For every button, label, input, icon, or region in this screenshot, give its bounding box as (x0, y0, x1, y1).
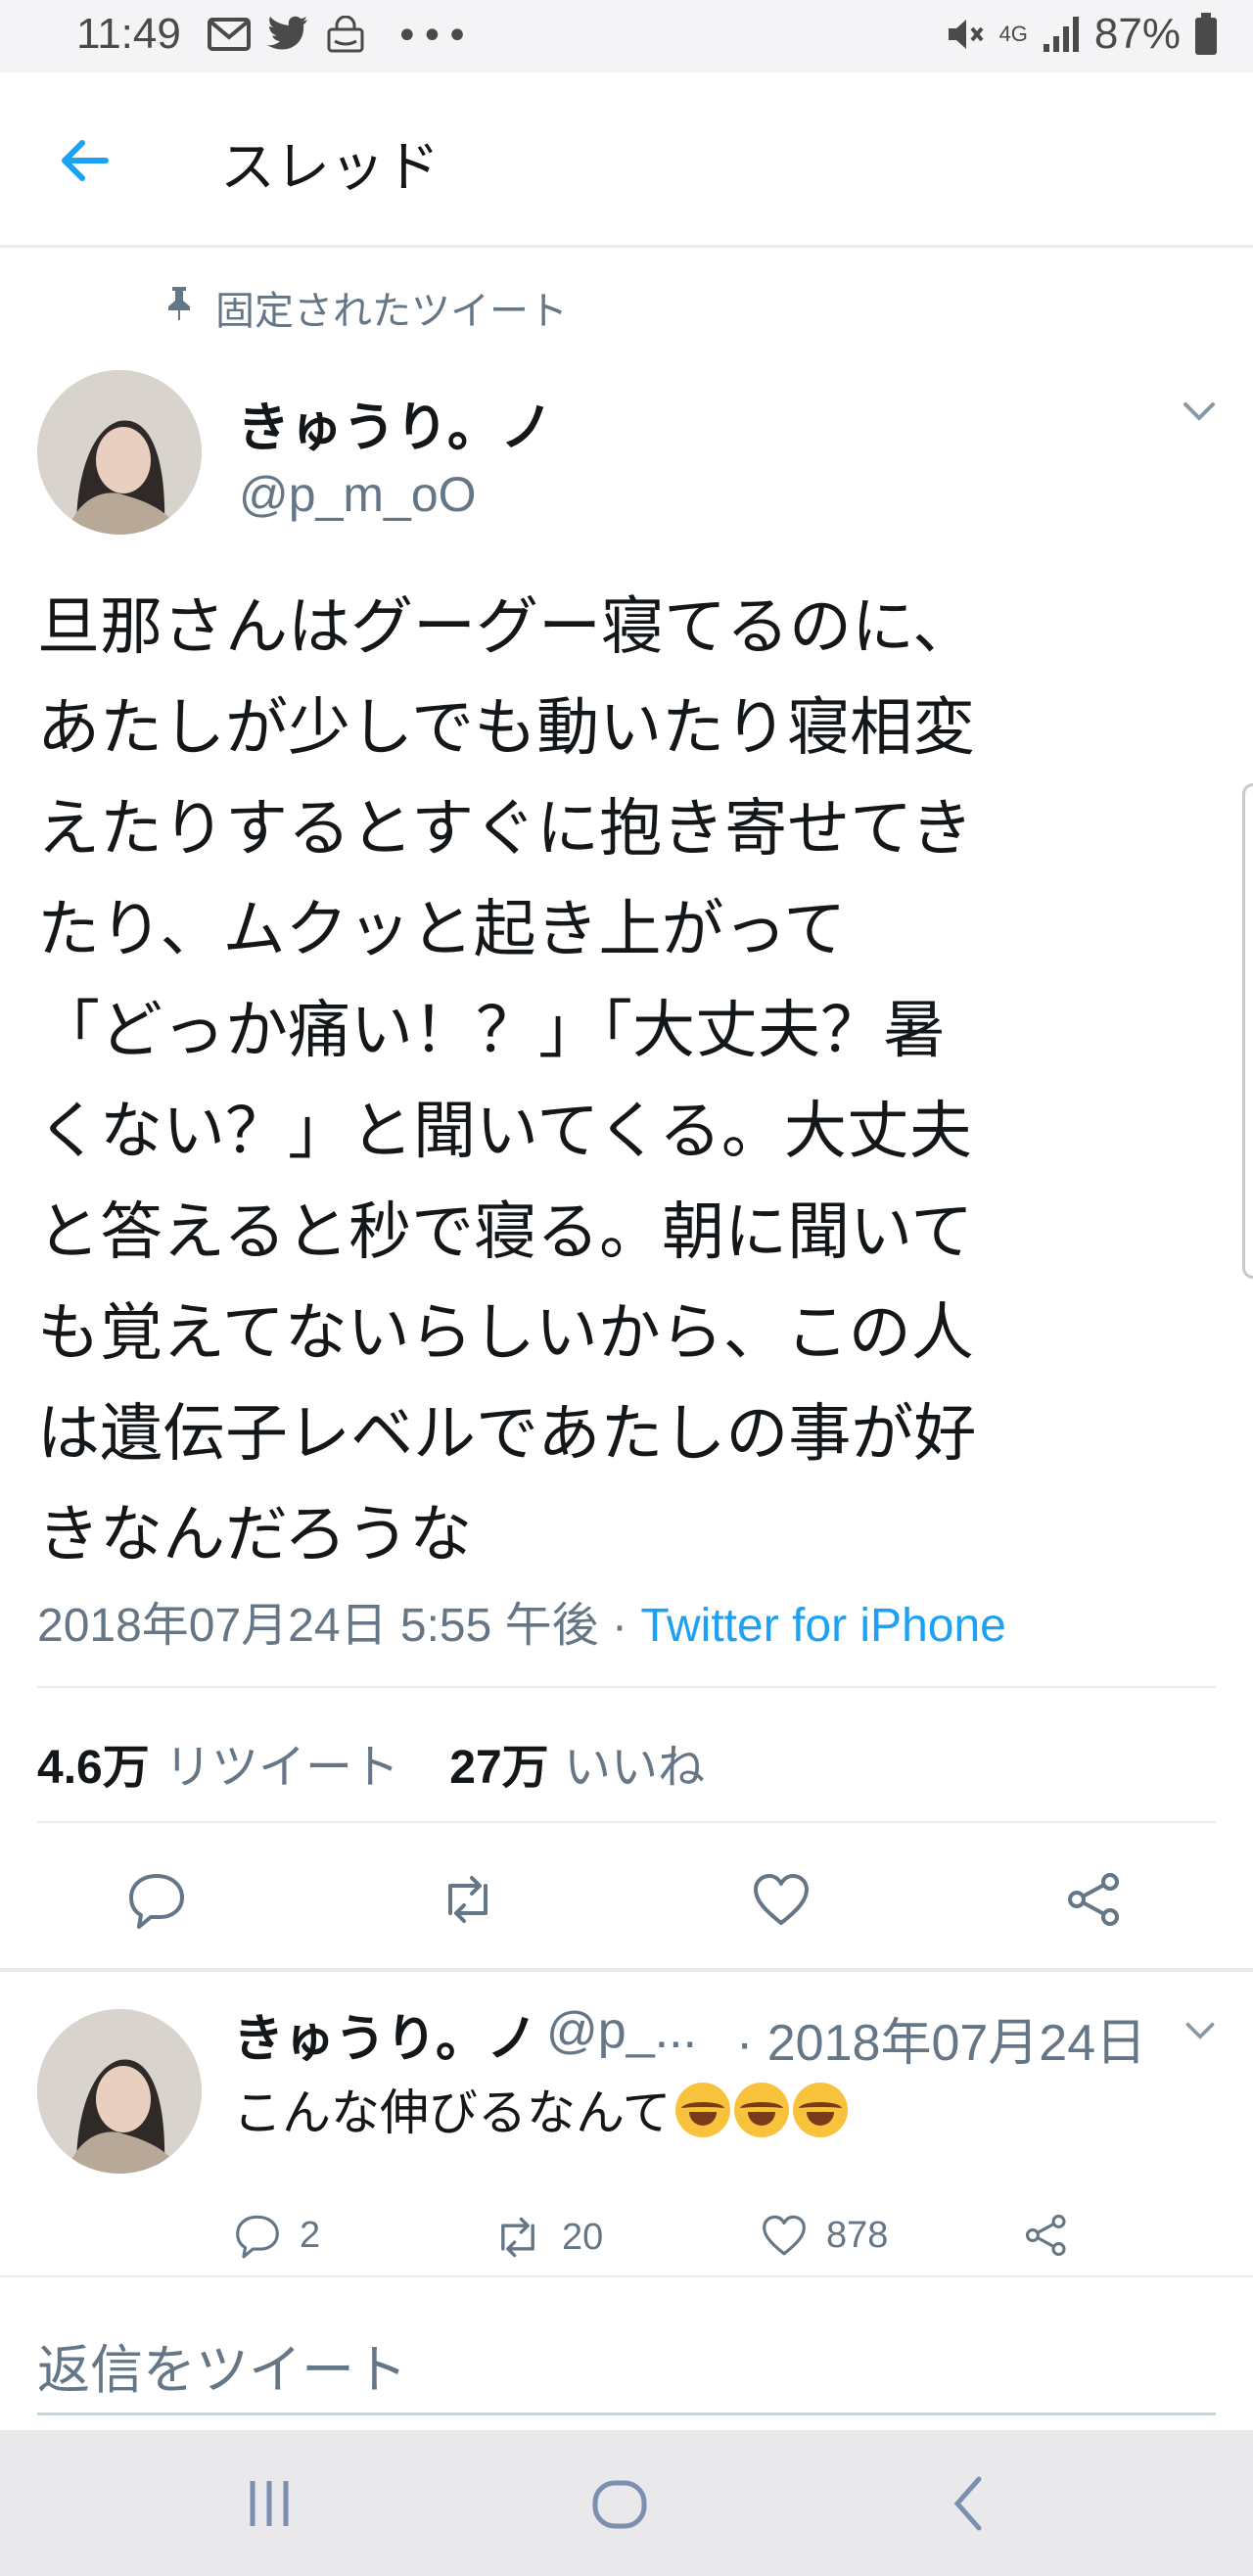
divider (37, 1821, 1216, 1823)
reply-like-count: 878 (826, 2214, 889, 2256)
reply-author-handle[interactable]: @p_... (546, 2001, 697, 2060)
retweet-label: リツイート (164, 1740, 400, 1795)
heart-icon[interactable] (750, 1868, 812, 1931)
author-name[interactable]: きゅうり。ノ (237, 384, 553, 461)
battery-icon (1194, 13, 1218, 56)
reply-reply-count: 2 (300, 2214, 321, 2256)
tears-of-joy-emoji-icon (733, 2083, 789, 2137)
meta-separator: · (612, 1600, 627, 1652)
reply-like-button[interactable]: 878 (760, 2211, 888, 2260)
back-arrow-icon[interactable] (55, 131, 114, 190)
tweet-timestamp[interactable]: 2018年07月24日 5:55 午後 (37, 1600, 599, 1652)
battery-percent: 87% (1093, 10, 1181, 58)
reply-avatar[interactable] (37, 2009, 202, 2174)
retweet-count: 4.6万 (37, 1742, 150, 1794)
home-icon[interactable] (585, 2469, 654, 2538)
like-stat[interactable]: 27万 いいね (449, 1740, 705, 1795)
reply-chevron-down-icon[interactable] (1183, 2017, 1218, 2048)
recent-apps-icon[interactable] (235, 2469, 303, 2538)
tears-of-joy-emoji-icon (674, 2083, 730, 2137)
back-icon[interactable] (936, 2469, 1004, 2538)
chevron-down-icon[interactable] (1180, 397, 1219, 430)
reply-retweet-button[interactable]: 20 (491, 2211, 603, 2264)
mail-icon (208, 16, 251, 53)
reply-text-row: こんな伸びるなんて (233, 2074, 848, 2144)
share-icon[interactable] (1063, 1868, 1126, 1931)
thread-header: スレッド (0, 72, 1253, 248)
status-time: 11:49 (76, 10, 181, 58)
page-title: スレッド (220, 136, 440, 200)
pinned-text: 固定されたツイート (215, 289, 568, 334)
scrollbar[interactable] (1242, 783, 1253, 1279)
signal-icon (1042, 15, 1081, 54)
reply-icon (236, 2215, 279, 2259)
network-type: 4G (998, 22, 1028, 46)
retweet-icon (501, 2217, 534, 2258)
reply-author-name[interactable]: きゅうり。ノ (233, 1997, 537, 2071)
compose-underline (37, 2412, 1216, 2415)
divider (0, 2275, 1253, 2277)
reply-compose-input[interactable]: 返信をツイート (37, 2326, 407, 2404)
heart-icon (763, 2215, 806, 2256)
reply-reply-button[interactable]: 2 (233, 2211, 320, 2260)
twitter-bird-icon (266, 14, 309, 53)
reply-date: · 2018年07月24日 (736, 2015, 1147, 2072)
author-handle[interactable]: @p_m_oO (239, 466, 477, 523)
reply-icon[interactable] (125, 1868, 188, 1931)
retweet-icon[interactable] (437, 1868, 499, 1931)
pinned-tweet-label: 固定されたツイート (164, 279, 568, 336)
status-bar: 11:49 ••• 4G 87% (0, 0, 1253, 72)
like-label: いいね (563, 1740, 705, 1795)
tweet-meta: 2018年07月24日 5:55 午後 · Twitter for iPhone (37, 1586, 1006, 1655)
reply-text: こんな伸びるなんて (233, 2084, 672, 2141)
system-nav-bar (0, 2430, 1253, 2576)
tweet-actions (0, 1850, 1253, 1948)
reply-share-button[interactable] (1022, 2211, 1071, 2260)
like-count: 27万 (449, 1742, 549, 1794)
tweet-source[interactable]: Twitter for iPhone (640, 1600, 1006, 1652)
retweet-stat[interactable]: 4.6万 リツイート (37, 1740, 399, 1795)
more-notifications-icon: ••• (395, 14, 471, 59)
amazon-icon (323, 16, 368, 55)
divider (37, 1686, 1216, 1688)
share-icon (1025, 2214, 1066, 2257)
reply-retweet-count: 20 (562, 2216, 604, 2258)
tweet-stats: 4.6万 リツイート 27万 いいね (37, 1728, 705, 1797)
divider (0, 1968, 1253, 1972)
mute-icon (943, 13, 986, 56)
pin-icon (164, 285, 194, 330)
avatar[interactable] (37, 370, 202, 535)
tweet-text: 旦那さんはグーグー寝てるのに、 あたしが少しでも動いたり寝相変 えたりするとすぐ… (37, 591, 977, 1571)
tears-of-joy-emoji-icon (792, 2083, 848, 2137)
